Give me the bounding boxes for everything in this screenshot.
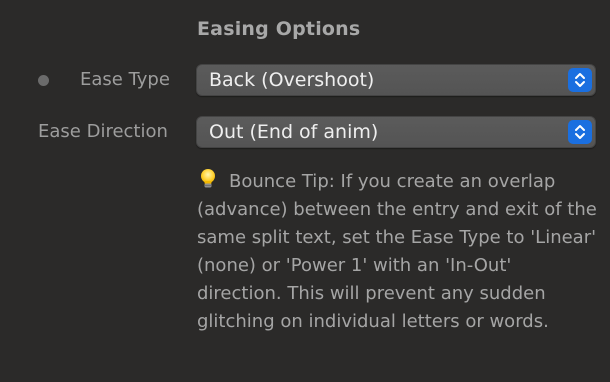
ease-direction-select[interactable]: Out (End of anim) [196,116,596,148]
ease-type-select[interactable]: Back (Overshoot) [196,64,596,96]
section-title: Easing Options [197,18,361,40]
tip-text-block: Bounce Tip: If you create an overlap (ad… [197,168,597,336]
ease-direction-label: Ease Direction [38,121,168,142]
easing-options-panel: Easing Options Ease Type Back (Overshoot… [0,0,610,382]
ease-type-value: Back (Overshoot) [209,69,375,91]
tip-text: Bounce Tip: If you create an overlap (ad… [197,171,597,332]
lightbulb-icon [197,168,219,190]
status-dot [38,75,49,86]
ease-direction-value: Out (End of anim) [209,121,379,143]
up-down-chevron-icon[interactable] [568,120,592,144]
up-down-chevron-icon[interactable] [568,68,592,92]
ease-type-label: Ease Type [80,69,170,90]
